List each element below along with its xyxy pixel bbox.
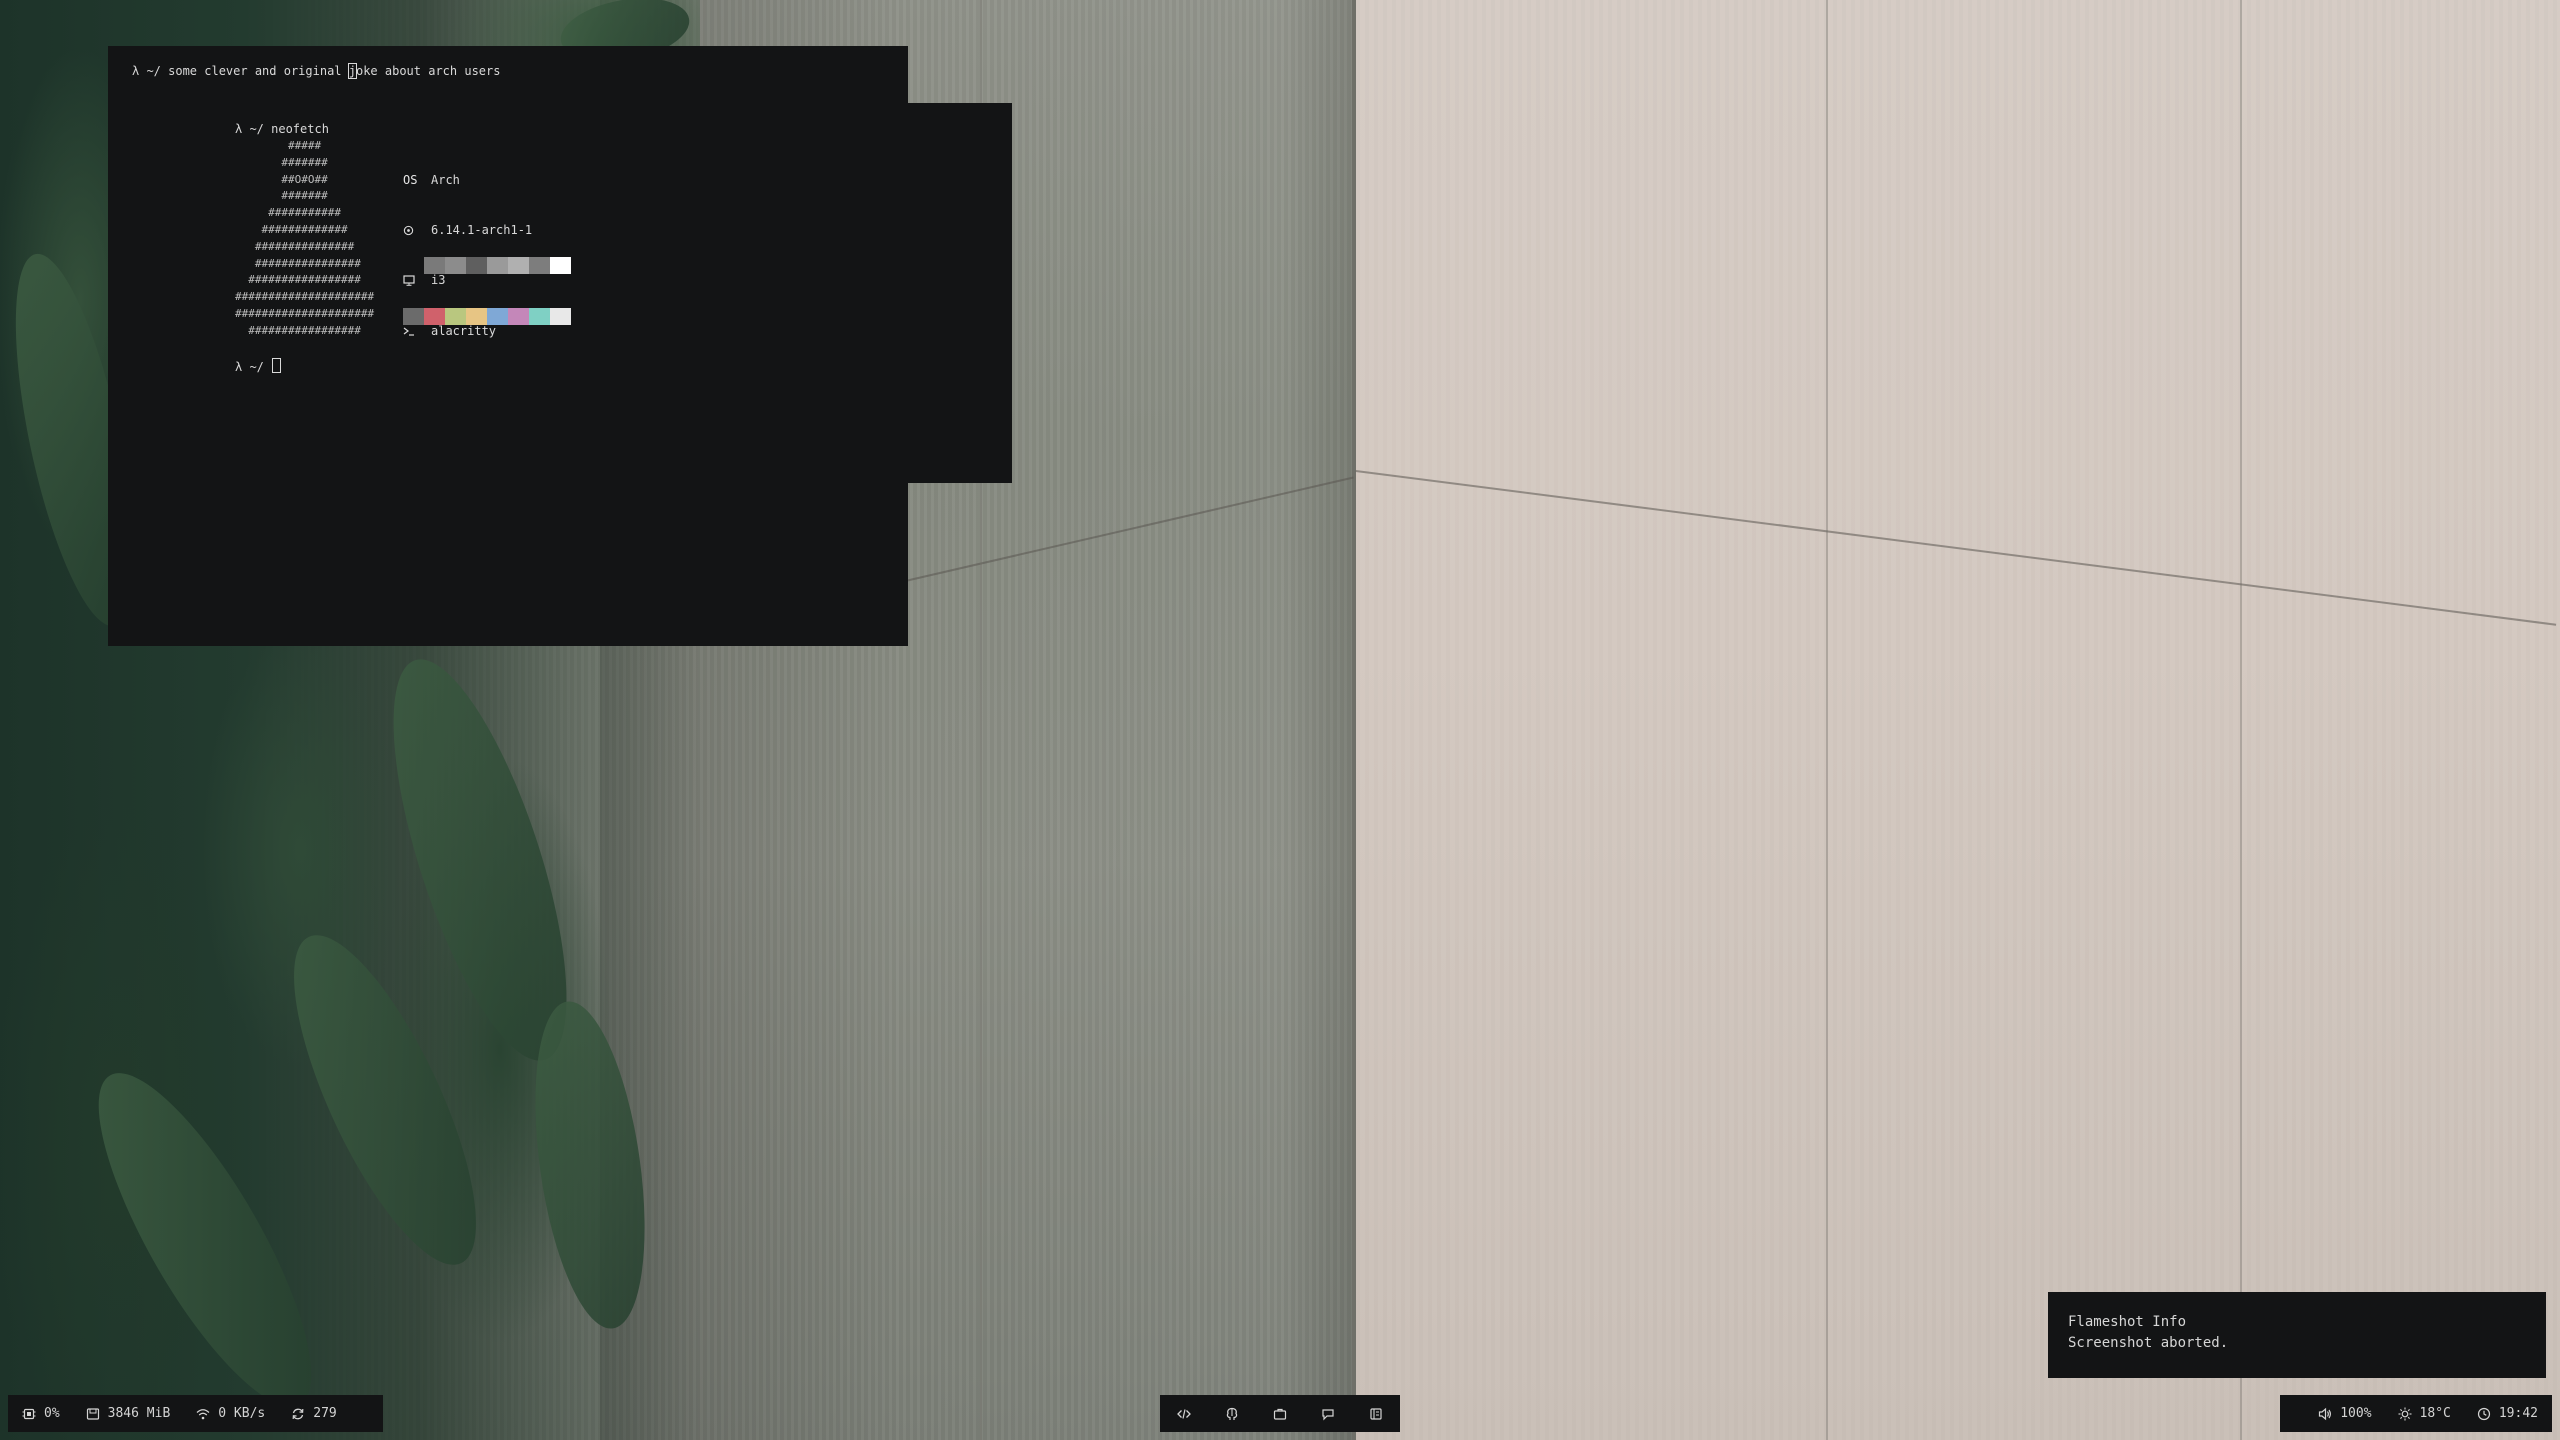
os-label: OS: [403, 172, 418, 187]
neofetch-command: λ ~/ neofetch: [235, 122, 329, 136]
wallpaper-seam: [2240, 0, 2242, 1440]
notification-popup[interactable]: Flameshot Info Screenshot aborted.: [2048, 1292, 2546, 1378]
network-module[interactable]: 0 KB/s: [196, 1406, 265, 1421]
info-os: OS Arch: [403, 172, 532, 189]
sun-icon: [2398, 1407, 2412, 1420]
brain-icon: [1226, 1407, 1238, 1420]
memory-module[interactable]: 3846 MiB: [86, 1406, 171, 1421]
clock-icon: [2477, 1407, 2490, 1420]
wallpaper-concrete-right: [1356, 0, 2560, 1440]
temperature-value: 18°C: [2419, 1406, 2451, 1421]
prompt-text-rest: oke about arch users: [355, 64, 501, 78]
volume-module[interactable]: 100%: [2318, 1406, 2372, 1421]
status-bar-right: 100% 18°C 19:42: [2280, 1395, 2552, 1432]
notification-title: Flameshot Info: [2068, 1314, 2187, 1330]
terminal-window-front[interactable]: λ ~/ neofetch ##### ####### ##O#O## ####…: [200, 103, 1012, 483]
color-palette: [403, 223, 571, 359]
normal-swatch-5: [508, 257, 529, 274]
updates-module[interactable]: 279: [291, 1406, 337, 1421]
bright-swatch-4: [487, 308, 508, 325]
cpu-value: 0%: [44, 1406, 60, 1421]
book-icon: [1370, 1407, 1382, 1420]
workspace-2[interactable]: [1208, 1395, 1256, 1432]
chat-icon: [1322, 1408, 1334, 1420]
os-value: Arch: [431, 172, 460, 187]
workspace-4[interactable]: [1304, 1395, 1352, 1432]
network-value: 0 KB/s: [218, 1406, 266, 1421]
bright-swatch-1: [424, 308, 445, 325]
cpu-module[interactable]: 0%: [22, 1406, 60, 1421]
updates-value: 279: [313, 1406, 337, 1421]
briefcase-icon: [1273, 1408, 1287, 1420]
cursor-block: [272, 358, 282, 373]
workspace-1[interactable]: [1160, 1395, 1208, 1432]
prompt-text: λ ~/ some clever and original: [132, 64, 349, 78]
wallpaper-corner: [1352, 0, 1356, 1440]
bright-swatch-3: [466, 308, 487, 325]
bright-swatch-2: [445, 308, 466, 325]
bright-swatch-0: [403, 308, 424, 325]
memory-value: 3846 MiB: [107, 1406, 171, 1421]
workspace-bar: [1160, 1395, 1400, 1432]
normal-swatch-1: [424, 257, 445, 274]
status-bar-left: 0% 3846 MiB 0 KB/s 279: [8, 1395, 383, 1432]
terminal-prompt-2: λ ~/: [235, 358, 282, 376]
arch-ascii-logo: ##### ####### ##O#O## ####### ##########…: [235, 139, 375, 337]
terminal-prompt: λ ~/ some clever and original joke about…: [132, 63, 500, 80]
refresh-icon: [292, 1408, 304, 1419]
bright-swatch-7: [550, 308, 571, 325]
wallpaper-seam: [1826, 0, 1828, 1440]
clock-value: 19:42: [2498, 1406, 2538, 1421]
code-icon: [1177, 1408, 1191, 1419]
wifi-icon: [196, 1408, 210, 1419]
normal-swatch-3: [466, 257, 487, 274]
cpu-icon: [22, 1408, 36, 1419]
normal-swatch-4: [487, 257, 508, 274]
prompt-text: λ ~/: [235, 360, 272, 374]
memory-icon: [86, 1407, 99, 1420]
bright-swatch-6: [529, 308, 550, 325]
notification-body: Screenshot aborted.: [2068, 1335, 2229, 1351]
normal-swatch-2: [445, 257, 466, 274]
cursor-block: j: [347, 63, 358, 79]
normal-swatch-0: [403, 257, 424, 274]
bright-swatch-5: [508, 308, 529, 325]
volume-value: 100%: [2340, 1406, 2372, 1421]
normal-swatch-7: [550, 257, 571, 274]
palette-row-bright: [403, 308, 571, 325]
normal-swatch-6: [529, 257, 550, 274]
workspace-3[interactable]: [1256, 1395, 1304, 1432]
volume-icon: [2319, 1407, 2332, 1420]
clock-module[interactable]: 19:42: [2477, 1406, 2538, 1421]
weather-module[interactable]: 18°C: [2398, 1406, 2451, 1421]
workspace-5[interactable]: [1352, 1395, 1400, 1432]
palette-row-normal: [403, 257, 571, 274]
